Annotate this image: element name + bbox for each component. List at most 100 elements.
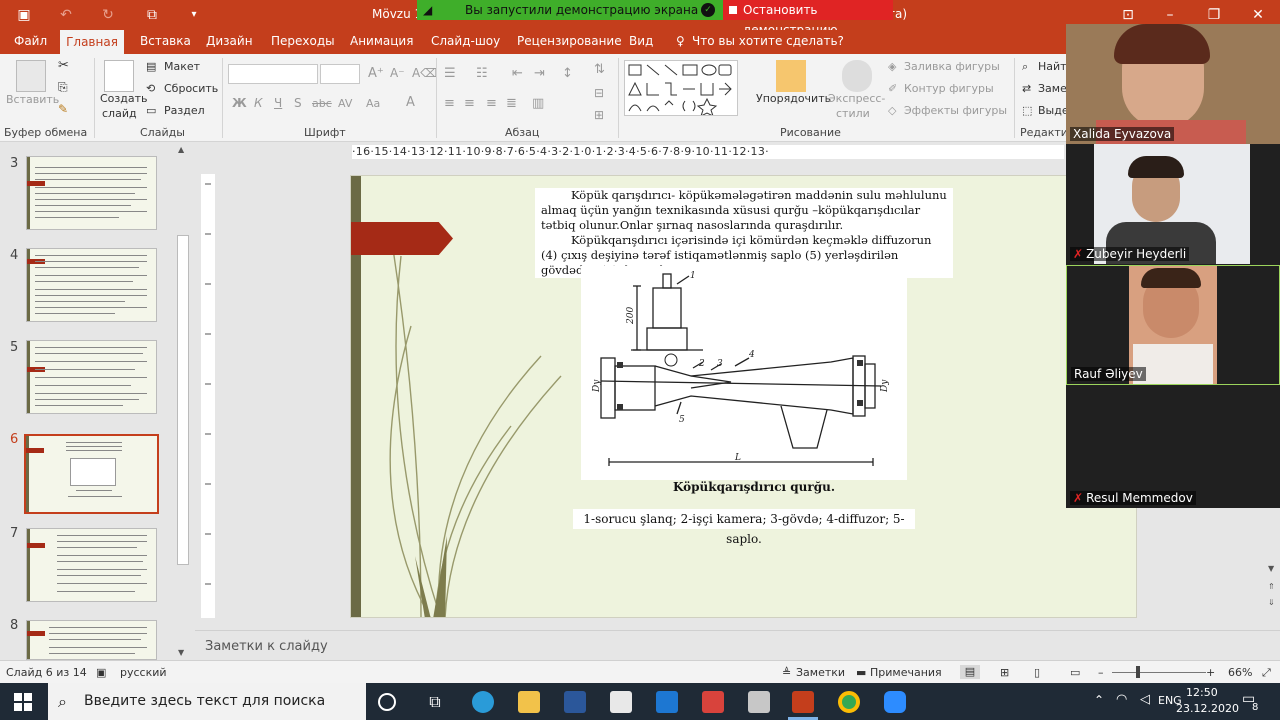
normal-view-icon[interactable]: ▤ [960,665,980,679]
slide-canvas[interactable]: Köpük qarışdırıcı- köpükəmələgətirən mad… [350,175,1137,618]
shadow-button[interactable]: S [294,96,302,110]
shape-effects-button[interactable]: Эффекты фигуры [904,104,1007,117]
spellcheck-icon[interactable]: ▣ [96,666,106,679]
new-slide-button-2[interactable]: слайд [102,107,137,120]
word-icon[interactable] [564,691,586,713]
smartart-icon[interactable]: ⊞ [594,108,604,122]
notes-button[interactable]: Заметки [796,666,845,679]
notes-pane[interactable]: Заметки к слайду [195,630,1280,660]
new-slide-button[interactable]: Создать [100,92,148,105]
fit-slide-icon[interactable]: ⤢ [1262,666,1271,680]
arrange-icon[interactable] [776,60,806,92]
paste-icon[interactable] [16,60,46,92]
file-explorer-icon[interactable] [518,691,540,713]
bullets-icon[interactable]: ☰ [444,66,456,81]
cortana-icon[interactable] [378,693,396,711]
restore-icon[interactable]: ❐ [1204,5,1224,25]
italic-button[interactable]: К [254,96,263,110]
layout-button[interactable]: Макет [164,60,200,73]
tab-review[interactable]: Рецензирование [517,34,622,48]
scrollbar-thumb[interactable] [177,235,189,565]
video-tile-zubeyir[interactable]: ✗ Zubeyir Heyderli [1066,144,1280,264]
zoom-slider[interactable] [1112,672,1206,673]
mail-icon[interactable] [656,691,678,713]
language-indicator[interactable]: русский [120,666,167,679]
slide-text-box[interactable]: Köpük qarışdırıcı- köpükəmələgətirən mad… [535,188,953,278]
tray-chevron-icon[interactable]: ⌃ [1094,693,1104,707]
tab-design[interactable]: Дизайн [206,34,253,48]
windows-start-icon[interactable] [14,693,32,711]
zoom-app-icon[interactable] [884,691,906,713]
start-slideshow-icon[interactable]: ⧉ [142,5,162,25]
strikethrough-button[interactable]: abc [312,97,332,110]
underline-button[interactable]: Ч [274,96,282,110]
arrange-button[interactable]: Упорядочить [756,92,831,105]
shapes-gallery[interactable] [624,60,738,117]
video-tile-rauf[interactable]: Rauf Əliyev [1066,265,1280,385]
network-icon[interactable]: ◠ [1116,692,1127,707]
line-spacing-icon[interactable]: ↕ [562,66,573,81]
tab-animation[interactable]: Анимация [350,34,413,48]
stop-share-button[interactable]: Остановить демонстрацию [723,0,893,37]
cut-icon[interactable]: ✂ [58,58,69,73]
undo-icon[interactable]: ↶ [56,5,76,25]
save-icon[interactable]: ▣ [14,5,34,25]
align-right-icon[interactable]: ≡ [486,96,497,111]
app-red-icon[interactable] [702,691,724,713]
clear-format-icon[interactable]: A⌫ [412,66,437,80]
case-button[interactable]: Aa [366,97,380,110]
ribbon-display-icon[interactable]: ⊡ [1118,5,1138,25]
font-size-select[interactable] [320,64,360,84]
clock-date[interactable]: 23.12.2020 [1176,702,1239,715]
quick-styles-button[interactable]: Экспресс- [828,92,885,105]
font-name-select[interactable] [228,64,318,84]
quick-styles-button-2[interactable]: стили [836,107,870,120]
zoom-in-icon[interactable]: + [1206,666,1215,679]
foam-mixer-drawing[interactable]: 1 2 3 4 5 L 200 Dy Dy [581,266,907,480]
video-tile-resul[interactable]: ✗ Resul Memmedov [1066,385,1280,508]
grow-font-icon[interactable]: A⁺ [368,66,384,81]
copy-icon[interactable]: ⎘ [58,80,68,95]
task-view-icon[interactable]: ⧉ [424,691,446,713]
align-left-icon[interactable]: ≡ [444,96,455,111]
redo-icon[interactable]: ↻ [98,5,118,25]
close-icon[interactable]: ✕ [1248,5,1268,25]
tab-slideshow[interactable]: Слайд-шоу [431,34,500,48]
tab-file[interactable]: Файл [14,34,47,48]
customize-toolbar-icon[interactable]: ▾ [184,5,204,25]
slide-thumbnail-6-selected[interactable] [24,434,159,514]
columns-icon[interactable]: ▥ [532,96,544,111]
slide-thumbnail-7[interactable] [26,528,157,602]
slide-thumbnail-8[interactable] [26,620,157,660]
zoom-out-icon[interactable]: – [1098,666,1104,679]
section-button[interactable]: Раздел [164,104,205,117]
replace-button[interactable]: Заме [1038,82,1067,95]
decrease-indent-icon[interactable]: ⇤ [512,66,523,81]
zoom-slider-thumb[interactable] [1136,666,1140,678]
new-slide-icon[interactable] [104,60,134,92]
numbering-icon[interactable]: ☷ [476,66,488,81]
select-button[interactable]: Выде [1038,104,1069,117]
align-text-icon[interactable]: ⊟ [594,86,604,100]
paste-button[interactable]: Вставить [6,93,59,106]
store-icon[interactable] [610,691,632,713]
slideshow-view-icon[interactable]: ▭ [1070,666,1080,679]
powerpoint-icon[interactable] [792,691,814,713]
align-center-icon[interactable]: ≡ [464,96,475,111]
slide-thumbnail-4[interactable] [26,248,157,322]
shape-fill-button[interactable]: Заливка фигуры [904,60,1000,73]
tab-home[interactable]: Главная [60,30,124,54]
slide-thumbnail-3[interactable] [26,156,157,230]
shrink-font-icon[interactable]: A⁻ [390,66,405,80]
minimize-icon[interactable]: – [1160,5,1180,25]
thumbnails-scrollbar[interactable]: ▲ ▼ [176,143,190,660]
tab-view[interactable]: Вид [629,34,653,48]
tab-transitions[interactable]: Переходы [271,34,335,48]
quick-styles-icon[interactable] [842,60,872,92]
spacing-button[interactable]: AV [338,97,352,110]
reset-button[interactable]: Сбросить [164,82,218,95]
slide-sorter-icon[interactable]: ⊞ [1000,666,1009,679]
font-color-button[interactable]: A [406,95,415,110]
justify-icon[interactable]: ≣ [506,96,517,111]
pin-icon[interactable]: ◢ [423,0,432,20]
